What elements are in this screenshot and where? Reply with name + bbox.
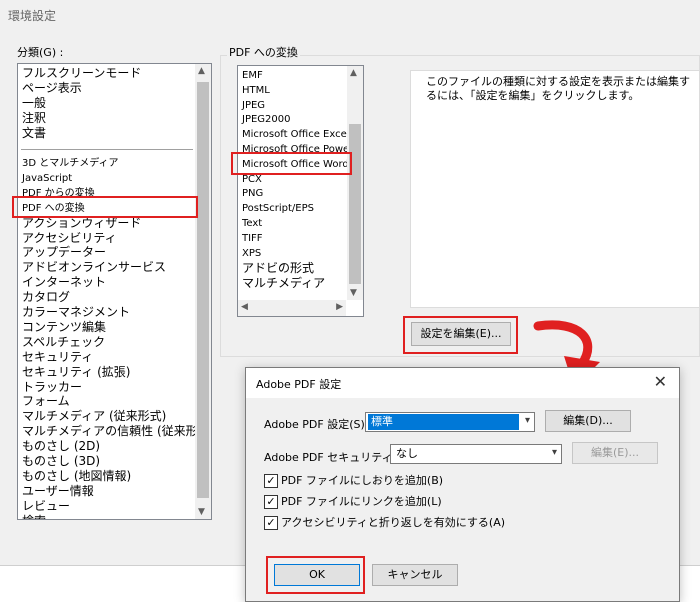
category-item[interactable]: ユーザー情報 [22, 484, 94, 499]
chevron-down-icon[interactable]: ▾ [552, 447, 557, 458]
format-item[interactable]: アドビの形式 [242, 261, 314, 275]
pdf-security-value: なし [396, 447, 418, 460]
format-item[interactable]: XPS [242, 247, 261, 261]
format-description: このファイルの種類に対する設定を表示または編集するには、「設定を編集」をクリック… [426, 75, 690, 102]
checkmark-icon[interactable]: ✓ [264, 516, 278, 530]
category-item[interactable]: カタログ [22, 290, 70, 305]
checkbox-label: PDF ファイルにリンクを追加(L) [281, 495, 442, 508]
checkbox-label: PDF ファイルにしおりを追加(B) [281, 474, 444, 487]
option-checkbox[interactable]: ✓ アクセシビリティと折り返しを有効にする(A) [264, 516, 505, 532]
category-item[interactable]: ものさし (地図情報) [22, 469, 131, 484]
category-item[interactable]: 3D とマルチメディア [22, 156, 119, 171]
scroll-down-icon[interactable]: ▼ [350, 288, 357, 298]
option-checkbox[interactable]: ✓ PDF ファイルにしおりを追加(B) [264, 474, 443, 490]
scrollbar-thumb[interactable] [349, 124, 361, 284]
category-item[interactable]: アクセシビリティ [22, 231, 117, 246]
category-item[interactable]: アドビオンラインサービス [22, 260, 166, 275]
convert-group-title: PDF への変換 [227, 44, 300, 60]
highlight-ok-box [266, 556, 365, 594]
category-item[interactable]: JavaScript [22, 171, 72, 186]
category-item[interactable]: アップデーター [22, 245, 106, 260]
category-item[interactable]: ものさし (3D) [22, 454, 100, 469]
formats-scrollbar[interactable]: ▲ ▼ [347, 66, 363, 300]
checkmark-icon[interactable]: ✓ [264, 474, 278, 488]
category-item[interactable]: 文書 [22, 126, 46, 141]
format-item[interactable]: HTML [242, 84, 270, 98]
format-item[interactable]: Text [242, 217, 262, 231]
category-item[interactable]: 検索 [22, 514, 46, 519]
category-item[interactable]: カラーマネジメント [22, 305, 130, 320]
pdf-settings-value: 標準 [368, 414, 519, 430]
scroll-right-icon[interactable]: ▶ [336, 302, 343, 312]
scroll-up-icon[interactable]: ▲ [198, 66, 205, 76]
dialog-title: Adobe PDF 設定 [256, 378, 342, 391]
format-description-panel: このファイルの種類に対する設定を表示または編集するには、「設定を編集」をクリック… [410, 70, 700, 308]
category-item[interactable]: 一般 [22, 96, 46, 111]
categories-scrollbar[interactable]: ▲ ▼ [195, 64, 211, 519]
edit-settings-dialog-button[interactable]: 編集(D)... [545, 410, 631, 432]
category-item[interactable]: マルチメディアの信頼性 (従来形式) [22, 424, 211, 439]
pdf-security-select[interactable]: なし ▾ [390, 444, 562, 464]
scroll-left-icon[interactable]: ◀ [241, 302, 248, 312]
format-item[interactable]: JPEG2000 [242, 113, 291, 127]
checkmark-icon[interactable]: ✓ [264, 495, 278, 509]
category-item[interactable]: フォーム [22, 394, 70, 409]
categories-separator [21, 149, 193, 150]
checkbox-label: アクセシビリティと折り返しを有効にする(A) [281, 516, 506, 529]
categories-list[interactable]: フルスクリーンモード ページ表示 一般 注釈 文書 3D とマルチメディア JavaScr… [17, 63, 212, 520]
dialog-titlebar: Adobe PDF 設定 ✕ [246, 368, 679, 398]
categories-label: 分類(G) : [17, 46, 64, 59]
highlight-edit-button-box [403, 316, 518, 354]
format-item[interactable]: JPEG [242, 99, 265, 113]
pdf-settings-label: Adobe PDF 設定(S) : [264, 418, 372, 431]
formats-hscrollbar[interactable]: ◀ ▶ [238, 300, 346, 316]
category-item[interactable]: セキュリティ (拡張) [22, 365, 130, 380]
window-title: 環境設定 [8, 9, 57, 23]
category-item[interactable]: レビュー [22, 499, 70, 514]
cancel-button[interactable]: キャンセル [372, 564, 458, 586]
format-item[interactable]: PostScript/EPS [242, 202, 314, 216]
category-item[interactable]: ページ表示 [22, 81, 82, 96]
category-item[interactable]: インターネット [22, 275, 106, 290]
format-item[interactable]: マルチメディア [242, 276, 325, 290]
category-item[interactable]: フルスクリーンモード [22, 66, 141, 81]
option-checkbox[interactable]: ✓ PDF ファイルにリンクを追加(L) [264, 495, 442, 511]
formats-list[interactable]: EMF HTML JPEG JPEG2000 Microsoft Office Exce… [237, 65, 364, 317]
scrollbar-thumb[interactable] [197, 82, 209, 498]
highlight-category-box [12, 196, 198, 218]
close-icon[interactable]: ✕ [654, 372, 667, 391]
chevron-down-icon[interactable]: ▾ [525, 415, 530, 426]
pdf-settings-select[interactable]: 標準 ▾ [365, 412, 535, 432]
format-item[interactable]: EMF [242, 69, 263, 83]
format-item[interactable]: PNG [242, 187, 263, 201]
scroll-down-icon[interactable]: ▼ [198, 507, 205, 517]
category-item[interactable]: スペルチェック [22, 335, 105, 350]
category-item[interactable]: マルチメディア (従来形式) [22, 409, 166, 424]
format-item[interactable]: Microsoft Office Excel [242, 128, 350, 142]
scroll-up-icon[interactable]: ▲ [350, 68, 357, 78]
category-item[interactable]: トラッカー [22, 380, 82, 395]
highlight-format-box [231, 152, 352, 175]
format-item[interactable]: TIFF [242, 232, 263, 246]
category-item[interactable]: セキュリティ [22, 350, 93, 365]
edit-security-button[interactable]: 編集(E)... [572, 442, 658, 464]
category-item[interactable]: ものさし (2D) [22, 439, 100, 454]
category-item[interactable]: 注釈 [22, 111, 46, 126]
category-item[interactable]: コンテンツ編集 [22, 320, 106, 335]
